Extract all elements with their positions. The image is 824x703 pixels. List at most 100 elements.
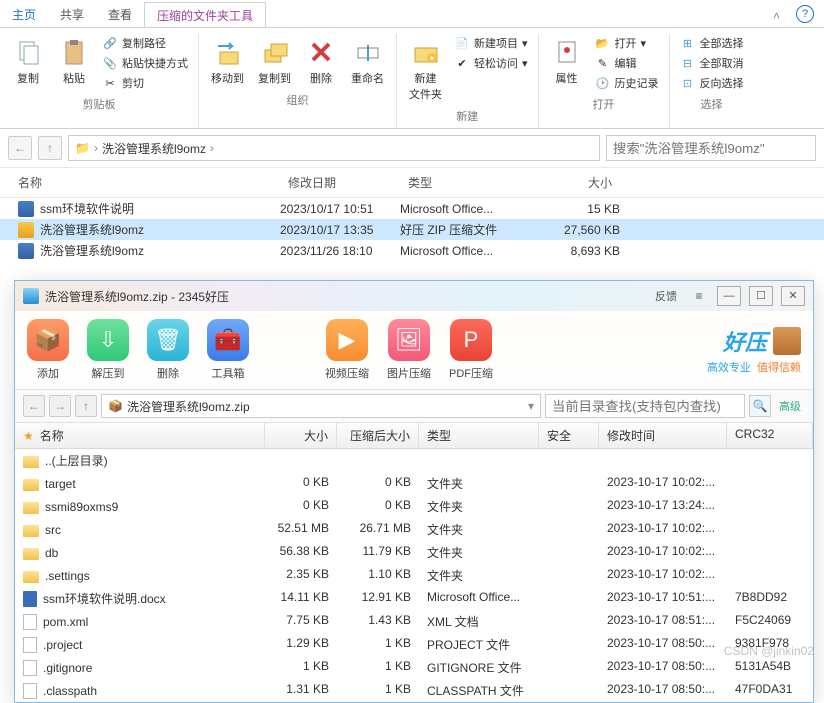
col-date[interactable]: 修改日期: [280, 172, 400, 193]
properties-button[interactable]: 属性: [547, 34, 587, 88]
folder-icon: [23, 479, 39, 491]
cut-button[interactable]: ✂剪切: [100, 74, 190, 92]
entry-name: src: [45, 523, 61, 537]
history-button[interactable]: 🕑历史记录: [593, 74, 661, 92]
zip-row[interactable]: src 52.51 MB 26.71 MB 文件夹 2023-10-17 10:…: [15, 518, 813, 541]
col-crc[interactable]: CRC32: [727, 423, 813, 448]
help-icon[interactable]: ?: [796, 5, 814, 23]
select-all-button[interactable]: ⊞全部选择: [678, 34, 746, 52]
advanced-link[interactable]: 高级: [775, 398, 805, 414]
col-name[interactable]: ★名称: [15, 423, 265, 448]
zip-row[interactable]: db 56.38 KB 11.79 KB 文件夹 2023-10-17 10:0…: [15, 541, 813, 564]
zip-row[interactable]: ssm环境软件说明.docx 14.11 KB 12.91 KB Microso…: [15, 587, 813, 610]
entry-size: 0 KB: [265, 473, 337, 494]
image-compress-button[interactable]: 🖼图片压缩: [387, 319, 431, 381]
search-input[interactable]: [606, 135, 816, 161]
col-security[interactable]: 安全: [539, 423, 599, 448]
entry-name: ssm环境软件说明.docx: [43, 590, 166, 607]
video-icon: ▶: [326, 319, 368, 361]
zip-row[interactable]: pom.xml 7.75 KB 1.43 KB XML 文档 2023-10-1…: [15, 610, 813, 633]
file-row[interactable]: 洗浴管理系统l9omz 2023/10/17 13:35 好压 ZIP 压缩文件…: [0, 219, 824, 240]
menu-icon[interactable]: ≡: [689, 289, 709, 303]
move-to-button[interactable]: 移动到: [207, 34, 248, 88]
chevron-down-icon[interactable]: ▾: [528, 399, 534, 413]
group-label: 选择: [701, 96, 723, 112]
col-date[interactable]: 修改时间: [599, 423, 727, 448]
entry-security: [539, 450, 599, 471]
crumb-item[interactable]: 洗浴管理系统l9omz: [102, 140, 206, 157]
rename-button[interactable]: 重命名: [347, 34, 388, 88]
nav-up-button[interactable]: ↑: [38, 136, 62, 160]
new-item-button[interactable]: 📄新建项目 ▾: [452, 34, 530, 52]
open-button[interactable]: 📂打开 ▾: [593, 34, 661, 52]
column-headers[interactable]: 名称 修改日期 类型 大小: [0, 168, 824, 198]
tab-share[interactable]: 共享: [48, 0, 96, 27]
tab-zip-tools[interactable]: 压缩的文件夹工具: [144, 2, 266, 28]
add-button[interactable]: 📦添加: [27, 319, 69, 381]
zip-forward-button[interactable]: →: [49, 395, 71, 417]
add-icon: 📦: [27, 319, 69, 361]
easy-access-button[interactable]: ✔轻松访问 ▾: [452, 54, 530, 72]
edit-icon: ✎: [595, 55, 611, 71]
file-type: Microsoft Office...: [400, 202, 530, 216]
file-row[interactable]: 洗浴管理系统l9omz 2023/11/26 18:10 Microsoft O…: [0, 240, 824, 261]
zip-row[interactable]: .classpath 1.31 KB 1 KB CLASSPATH 文件 202…: [15, 679, 813, 702]
maximize-button[interactable]: ☐: [749, 286, 773, 306]
zip-row[interactable]: .project 1.29 KB 1 KB PROJECT 文件 2023-10…: [15, 633, 813, 656]
crumb-item[interactable]: 洗浴管理系统l9omz.zip: [127, 398, 250, 415]
ribbon-collapse-icon[interactable]: ˄: [773, 9, 780, 23]
entry-compressed: 0 KB: [337, 496, 419, 517]
zip-search-input[interactable]: [545, 394, 745, 418]
zip-row[interactable]: ..(上层目录): [15, 449, 813, 472]
entry-name: .classpath: [43, 684, 97, 698]
paste-shortcut-button[interactable]: 📎粘贴快捷方式: [100, 54, 190, 72]
col-name[interactable]: 名称: [0, 172, 280, 193]
tools-button[interactable]: 🧰工具箱: [207, 319, 249, 381]
rename-icon: [352, 36, 384, 68]
select-none-button[interactable]: ⊟全部取消: [678, 54, 746, 72]
col-type[interactable]: 类型: [400, 172, 530, 193]
copy-path-button[interactable]: 🔗复制路径: [100, 34, 190, 52]
move-icon: [212, 36, 244, 68]
zip-row[interactable]: .gitignore 1 KB 1 KB GITIGNORE 文件 2023-1…: [15, 656, 813, 679]
edit-button[interactable]: ✎编辑: [593, 54, 661, 72]
col-compressed[interactable]: 压缩后大小: [337, 423, 419, 448]
search-button[interactable]: 🔍: [749, 395, 771, 417]
zip-row[interactable]: .settings 2.35 KB 1.10 KB 文件夹 2023-10-17…: [15, 564, 813, 587]
easy-access-icon: ✔: [454, 55, 470, 71]
entry-date: 2023-10-17 08:50:...: [599, 657, 727, 678]
invert-icon: ⊡: [680, 75, 696, 91]
zip-breadcrumb[interactable]: 📦 洗浴管理系统l9omz.zip ▾: [101, 394, 541, 418]
feedback-link[interactable]: 反馈: [655, 288, 677, 304]
entry-crc: [727, 450, 813, 471]
tab-home[interactable]: 主页: [0, 0, 48, 27]
copy-button[interactable]: 复制: [8, 34, 48, 88]
col-type[interactable]: 类型: [419, 423, 539, 448]
breadcrumb[interactable]: 📁 › 洗浴管理系统l9omz ›: [68, 135, 600, 161]
col-size[interactable]: 大小: [265, 423, 337, 448]
copy-to-button[interactable]: 复制到: [254, 34, 295, 88]
video-compress-button[interactable]: ▶视频压缩: [325, 319, 369, 381]
zip-back-button[interactable]: ←: [23, 395, 45, 417]
delete-button[interactable]: 删除: [301, 34, 341, 88]
zip-row[interactable]: target 0 KB 0 KB 文件夹 2023-10-17 10:02:..…: [15, 472, 813, 495]
zip-row[interactable]: ssmi89oxms9 0 KB 0 KB 文件夹 2023-10-17 13:…: [15, 495, 813, 518]
invert-selection-button[interactable]: ⊡反向选择: [678, 74, 746, 92]
group-open: 属性 📂打开 ▾ ✎编辑 🕑历史记录 打开: [539, 34, 670, 128]
chevron-right-icon: ›: [94, 141, 98, 155]
zip-up-button[interactable]: ↑: [75, 395, 97, 417]
nav-back-button[interactable]: ←: [8, 136, 32, 160]
minimize-button[interactable]: —: [717, 286, 741, 306]
pdf-compress-button[interactable]: PPDF压缩: [449, 319, 493, 381]
group-label: 剪贴板: [83, 96, 116, 112]
close-button[interactable]: ✕: [781, 286, 805, 306]
zip-delete-button[interactable]: 🗑删除: [147, 319, 189, 381]
tab-view[interactable]: 查看: [96, 0, 144, 27]
new-folder-button[interactable]: ✦新建 文件夹: [405, 34, 446, 104]
paste-button[interactable]: 粘贴: [54, 34, 94, 88]
extract-button[interactable]: ⇩解压到: [87, 319, 129, 381]
file-row[interactable]: ssm环境软件说明 2023/10/17 10:51 Microsoft Off…: [0, 198, 824, 219]
brand-logo: 好压 高效专业 值得信赖: [707, 325, 801, 375]
col-size[interactable]: 大小: [530, 172, 620, 193]
zip-column-headers[interactable]: ★名称 大小 压缩后大小 类型 安全 修改时间 CRC32: [15, 423, 813, 449]
